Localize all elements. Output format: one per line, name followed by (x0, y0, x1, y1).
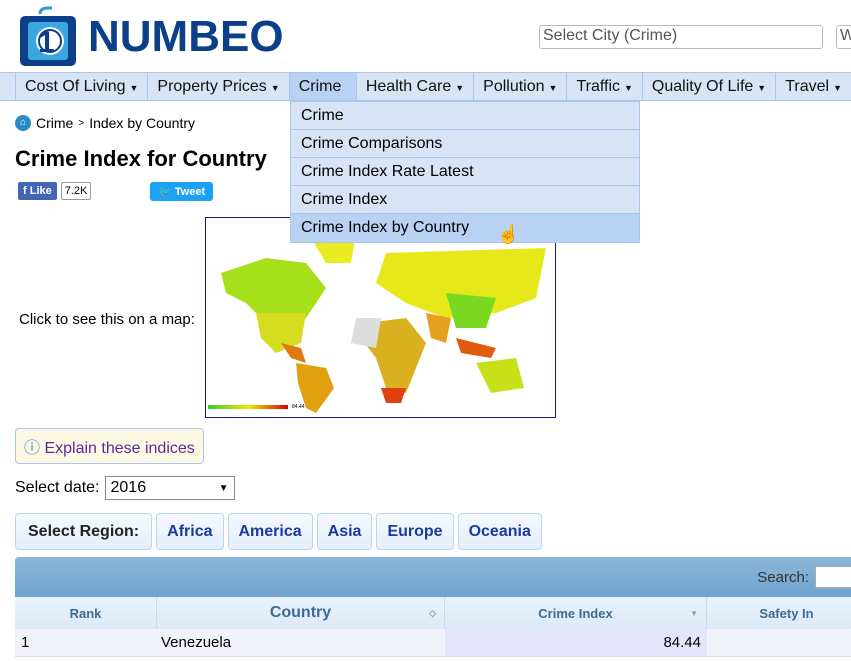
column-header-crime-index[interactable]: Crime Index ▼ (445, 597, 707, 629)
nav-pollution[interactable]: Pollution ▼ (473, 73, 566, 100)
nav-crime[interactable]: Crime (288, 73, 356, 100)
dropdown-arrow-icon: ▼ (218, 482, 229, 494)
city-search-input[interactable]: Select City (Crime) (539, 25, 823, 49)
page-title: Crime Index for Country (15, 146, 267, 171)
region-oceania[interactable]: Oceania (457, 513, 542, 550)
sort-desc-icon: ▼ (690, 608, 698, 618)
map-legend-max: 84.44 (292, 404, 305, 410)
like-button[interactable]: f Like (18, 182, 57, 200)
menu-item-crime-comparisons[interactable]: Crime Comparisons (291, 130, 639, 158)
region-europe[interactable]: Europe (376, 513, 454, 550)
region-asia[interactable]: Asia (316, 513, 373, 550)
svg-text:1: 1 (38, 26, 55, 59)
menu-item-crime-index[interactable]: Crime Index (291, 186, 639, 214)
crime-dropdown-menu: Crime Crime Comparisons Crime Index Rate… (290, 101, 640, 243)
menu-item-crime[interactable]: Crime (291, 102, 639, 130)
explain-indices-button[interactable]: ⓘ Explain these indices (15, 428, 204, 464)
nav-travel[interactable]: Travel ▼ (775, 73, 851, 100)
region-america[interactable]: America (227, 513, 313, 550)
table-search: Search: (757, 566, 851, 588)
cell-rank: 1 (15, 629, 157, 657)
table-search-input[interactable] (815, 566, 851, 588)
column-header-country[interactable]: Country ◇ (157, 597, 445, 629)
cell-safety-index (707, 629, 851, 657)
column-header-rank[interactable]: Rank (15, 597, 157, 629)
menu-item-crime-index-by-country[interactable]: Crime Index by Country (291, 214, 639, 242)
facebook-like[interactable]: f Like 7.2K (18, 182, 92, 200)
breadcrumb-separator: > (78, 117, 85, 129)
date-label: Select date: (15, 479, 100, 496)
column-header-safety-index[interactable]: Safety In (707, 597, 851, 629)
numbeo-logo[interactable]: 1 NUMBEO (18, 6, 284, 68)
home-icon[interactable]: ⌂ (15, 115, 31, 131)
nav-property-prices[interactable]: Property Prices ▼ (147, 73, 288, 100)
nav-health-care[interactable]: Health Care ▼ (355, 73, 473, 100)
nav-cost-of-living[interactable]: Cost Of Living ▼ (15, 73, 147, 100)
logo-text: NUMBEO (88, 12, 284, 61)
info-icon: ⓘ (24, 440, 41, 457)
suitcase-globe-icon: 1 (20, 6, 76, 66)
table-toolbar: Search: (15, 557, 851, 597)
region-africa[interactable]: Africa (156, 513, 224, 550)
nav-traffic[interactable]: Traffic ▼ (566, 73, 641, 100)
tweet-button[interactable]: 🐦 Tweet (150, 182, 214, 201)
nav-quality-of-life[interactable]: Quality Of Life ▼ (641, 73, 775, 100)
search-label: Search: (757, 568, 809, 586)
date-selector: Select date: 2016 ▼ (15, 476, 235, 500)
sort-icon: ◇ (429, 607, 436, 618)
main-nav: Cost Of Living ▼ Property Prices ▼ Crime H… (0, 72, 851, 101)
menu-item-crime-index-rate-latest[interactable]: Crime Index Rate Latest (291, 158, 639, 186)
select-region-label: Select Region: (15, 513, 153, 550)
hand-cursor-icon: ☝ (497, 224, 520, 244)
cell-country: Venezuela (157, 629, 445, 657)
cell-crime-index: 84.44 (445, 629, 707, 657)
breadcrumb-current: Index by Country (89, 115, 196, 131)
world-map-image (208, 233, 546, 413)
secondary-search-input[interactable]: W (836, 25, 851, 49)
like-count: 7.2K (60, 182, 92, 200)
date-select[interactable]: 2016 ▼ (104, 476, 235, 500)
region-selector: Select Region: Africa America Asia Europ… (15, 513, 542, 550)
breadcrumb: ⌂ Crime > Index by Country (15, 115, 195, 131)
crime-world-map[interactable]: 84.44 (205, 217, 556, 418)
map-label: Click to see this on a map: (19, 311, 195, 328)
breadcrumb-crime[interactable]: Crime (36, 115, 73, 131)
